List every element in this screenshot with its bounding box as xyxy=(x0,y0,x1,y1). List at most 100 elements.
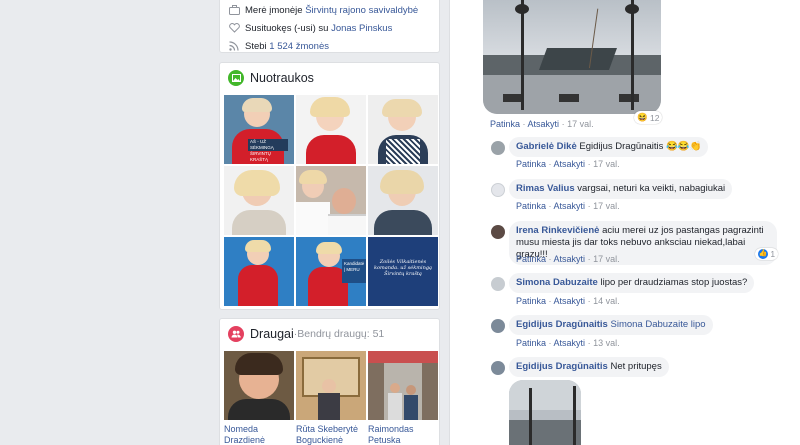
friend-photo[interactable] xyxy=(368,351,438,420)
sep: · xyxy=(546,201,554,211)
reaction-count: 1 xyxy=(770,249,776,259)
friend-name[interactable]: Raimondas Petuska xyxy=(368,424,438,445)
sep: · xyxy=(585,201,594,211)
photo-2[interactable] xyxy=(296,95,366,164)
sep: · xyxy=(546,159,554,169)
reaction-count: 12 xyxy=(649,112,660,123)
photo-1[interactable]: AŠ - UŽ SĖKMINGĄ ŠIRVINTŲ KRAŠTĄ xyxy=(224,95,294,164)
photo-5[interactable] xyxy=(296,166,366,235)
comment-time[interactable]: 17 val. xyxy=(593,159,620,169)
comment-time[interactable]: 17 val. xyxy=(567,119,594,129)
comment-author[interactable]: Simona Dabuzaite xyxy=(516,277,598,288)
like-link[interactable]: Patinka xyxy=(516,254,546,264)
friend-grid: Nomeda Drazdienė Rūta Skeberytė Boguckie… xyxy=(224,351,438,445)
comment-time[interactable]: 14 val. xyxy=(593,296,620,306)
engaged-row: Susituokęs (-usi) su Jonas Pinskus xyxy=(228,19,439,37)
friend-tile[interactable]: Raimondas Petuska xyxy=(368,351,438,445)
avatar[interactable] xyxy=(491,141,505,155)
sep: · xyxy=(585,254,594,264)
rss-icon xyxy=(228,40,240,52)
photo-3[interactable] xyxy=(368,95,438,164)
comment-time[interactable]: 17 val. xyxy=(593,201,620,211)
comment-text: vargsai, neturi ka veikti, nabagiukai xyxy=(577,183,726,194)
photo-9[interactable]: Zoilės Vilkaitienės komanda. už sėkmingą… xyxy=(368,237,438,306)
work-link[interactable]: Širvintų rajono savivaldybė xyxy=(305,5,418,16)
haha-emoji-icon: 😆 xyxy=(637,112,648,122)
comment-text: lipo per draudziamas stop juostas? xyxy=(600,277,748,288)
avatar[interactable] xyxy=(491,225,505,239)
comment-author[interactable]: Gabrielė Dikė xyxy=(516,141,577,152)
photo-7[interactable] xyxy=(224,237,294,306)
reply-link[interactable]: Atsakyti xyxy=(554,254,586,264)
like-link[interactable]: Patinka xyxy=(490,119,520,129)
comment-author[interactable]: Egidijus Dragūnaitis xyxy=(516,319,608,330)
friends-title[interactable]: Draugai xyxy=(250,327,294,341)
friends-card: Draugai · Bendrų draugų: 51 Nomeda Drazd… xyxy=(219,318,440,445)
intro-card: Merė įmonėje Širvintų rajono savivaldybė… xyxy=(219,0,440,53)
comment-author[interactable]: Egidijus Dragūnaitis xyxy=(516,361,608,372)
comment-actions: Patinka · Atsakyti · 17 val. xyxy=(490,119,594,129)
comment-time[interactable]: 13 val. xyxy=(593,338,620,348)
engaged-text: Susituokęs (-usi) su xyxy=(245,22,329,34)
photo-8-caption: Kandidatė | MERU xyxy=(342,259,366,283)
photo-8[interactable]: Kandidatė | MERU xyxy=(296,237,366,306)
like-link[interactable]: Patinka xyxy=(516,159,546,169)
like-link[interactable]: Patinka xyxy=(516,338,546,348)
avatar[interactable] xyxy=(491,277,505,291)
like-link[interactable]: Patinka xyxy=(516,201,546,211)
reaction-badge[interactable]: 👍 1 xyxy=(755,248,779,260)
sep: · xyxy=(585,296,594,306)
comment-actions: Patinka · Atsakyti · 17 val. xyxy=(516,201,620,211)
work-row: Merė įmonėje Širvintų rajono savivaldybė xyxy=(228,1,439,19)
followers-link[interactable]: 1 524 žmonės xyxy=(269,41,329,52)
reply-link[interactable]: Atsakyti xyxy=(528,119,560,129)
comment-bubble: Egidijus Dragūnaitis Simona Dabuzaite li… xyxy=(509,315,713,335)
avatar[interactable] xyxy=(491,183,505,197)
avatar[interactable] xyxy=(491,319,505,333)
comment-actions: Patinka · Atsakyti · 14 val. xyxy=(516,296,620,306)
comment-bubble: Egidijus Dragūnaitis Net pritupęs xyxy=(509,357,669,377)
friends-icon xyxy=(228,326,244,342)
comment-author[interactable]: Rimas Valius xyxy=(516,183,575,194)
reaction-badge[interactable]: 😆 12 xyxy=(634,111,663,124)
friend-tile[interactable]: Rūta Skeberytė Boguckienė xyxy=(296,351,366,445)
photo-icon xyxy=(228,70,244,86)
comment-photo[interactable] xyxy=(483,0,661,114)
mutual-friends-count: Bendrų draugų: 51 xyxy=(297,328,385,340)
friend-tile[interactable]: Nomeda Drazdienė xyxy=(224,351,294,445)
friend-photo[interactable] xyxy=(296,351,366,420)
comment-bubble: Simona Dabuzaite lipo per draudziamas st… xyxy=(509,273,755,293)
work-text: Merė įmonėje xyxy=(245,4,303,16)
sep: · xyxy=(546,254,554,264)
sep: · xyxy=(546,338,554,348)
like-link[interactable]: Patinka xyxy=(516,296,546,306)
followers-row: Stebi 1 524 žmonės xyxy=(228,37,439,55)
photo-1-caption: AŠ - UŽ SĖKMINGĄ ŠIRVINTŲ KRAŠTĄ xyxy=(248,139,288,162)
reply-link[interactable]: Atsakyti xyxy=(554,201,586,211)
sep: · xyxy=(585,338,594,348)
followers-text: Stebi xyxy=(245,40,267,52)
avatar[interactable] xyxy=(491,361,505,375)
comment-time[interactable]: 17 val. xyxy=(593,254,620,264)
photo-4[interactable] xyxy=(224,166,294,235)
photo-9-caption: Zoilės Vilkaitienės komanda. už sėkmingą… xyxy=(373,259,433,277)
comment-photo[interactable] xyxy=(509,380,581,445)
comment-bubble: Rimas Valius vargsai, neturi ka veikti, … xyxy=(509,179,733,199)
reply-link[interactable]: Atsakyti xyxy=(554,296,586,306)
photo-6[interactable] xyxy=(368,166,438,235)
briefcase-icon xyxy=(228,4,240,16)
photos-title[interactable]: Nuotraukos xyxy=(250,71,314,85)
reply-link[interactable]: Atsakyti xyxy=(554,159,586,169)
friend-name[interactable]: Rūta Skeberytė Boguckienė xyxy=(296,424,366,445)
sep: · xyxy=(585,159,594,169)
sep: · xyxy=(520,119,528,129)
friend-name[interactable]: Nomeda Drazdienė xyxy=(224,424,294,445)
comment-text: Simona Dabuzaite lipo xyxy=(610,319,706,330)
comment-actions: Patinka · Atsakyti · 13 val. xyxy=(516,338,620,348)
friend-photo[interactable] xyxy=(224,351,294,420)
reply-link[interactable]: Atsakyti xyxy=(554,338,586,348)
comment-actions: Patinka · Atsakyti · 17 val. xyxy=(516,159,620,169)
comment-author[interactable]: Irena Rinkevičienė xyxy=(516,225,599,236)
spouse-link[interactable]: Jonas Pinskus xyxy=(331,23,392,34)
comment-text: Egidijus Dragūnaitis 😂😂👏 xyxy=(579,141,702,152)
